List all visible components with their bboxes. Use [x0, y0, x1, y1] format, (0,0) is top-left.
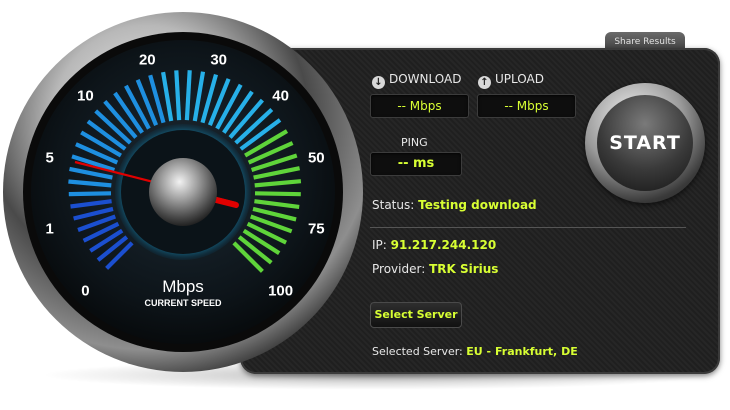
select-server-button[interactable]: Select Server [370, 302, 462, 328]
ip-row: IP: 91.217.244.120 [372, 238, 496, 252]
status-label: Status: [372, 198, 415, 212]
selected-server-label: Selected Server: [372, 345, 463, 358]
provider-row: Provider: TRK Sirius [372, 262, 498, 276]
upload-arrow-icon: ↑ [478, 76, 491, 89]
speed-gauge: 0 1 5 10 20 30 40 50 75 100 Mbps CURRENT SPEED [3, 12, 363, 372]
gauge-segment [68, 191, 112, 197]
ping-value: -- ms [370, 152, 462, 176]
gauge-tick-label: 5 [46, 149, 54, 166]
gauge-caption: CURRENT SPEED [144, 298, 222, 308]
download-label: DOWNLOAD [389, 72, 462, 86]
gauge-segment [184, 70, 192, 121]
gauge-tick-label: 50 [308, 149, 325, 166]
ping-label: PING [401, 136, 428, 149]
divider [370, 227, 686, 228]
gauge-unit: Mbps [162, 277, 204, 296]
download-value: -- Mbps [370, 94, 469, 118]
gauge-tick-label: 1 [46, 221, 54, 238]
ip-label: IP: [372, 238, 387, 252]
download-arrow-icon: ↓ [372, 76, 385, 89]
provider-value: TRK Sirius [429, 262, 499, 276]
gauge-tick-label: 75 [308, 221, 325, 238]
gauge-tick-label: 30 [210, 52, 227, 69]
status-value: Testing download [418, 198, 537, 212]
gauge-tick-label: 20 [139, 52, 156, 69]
gauge-segment [254, 191, 301, 197]
gauge-tick-label: 10 [77, 87, 94, 104]
upload-label: UPLOAD [495, 72, 544, 86]
upload-value: -- Mbps [477, 94, 576, 118]
gauge-hub [149, 158, 217, 226]
status-row: Status: Testing download [372, 198, 537, 212]
selected-server-value: EU - Frankfurt, DE [466, 345, 578, 358]
provider-label: Provider: [372, 262, 426, 276]
start-button[interactable]: START [597, 95, 693, 191]
upload-header: ↑ UPLOAD [478, 72, 544, 89]
gauge-tick-label: 40 [272, 87, 289, 104]
gauge-tick-label: 0 [81, 283, 89, 300]
ip-value: 91.217.244.120 [390, 238, 497, 252]
download-header: ↓ DOWNLOAD [372, 72, 461, 89]
gauge-tick-label: 100 [268, 283, 293, 300]
gauge-segment [174, 70, 182, 121]
selected-server-row: Selected Server: EU - Frankfurt, DE [372, 345, 578, 358]
